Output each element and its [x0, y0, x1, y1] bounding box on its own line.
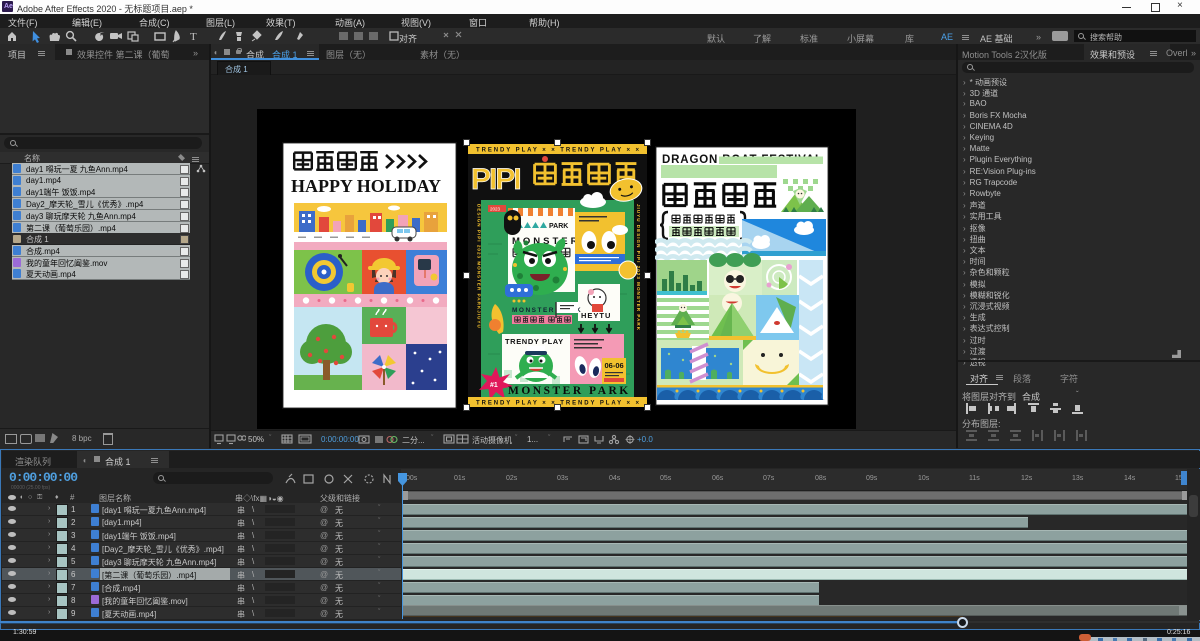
svg-text:MONSTER PARK: MONSTER PARK — [508, 385, 631, 397]
svg-text:TRENDY PLAY × × TRENDY PLAY ×: TRENDY PLAY × × TRENDY PLAY × × — [476, 148, 639, 154]
svg-text:DESIGN PIPI 2023 MONSTER PARKJ: DESIGN PIPI 2023 MONSTER PARKJIUYU — [477, 204, 482, 329]
svg-text:PARK: PARK — [549, 223, 568, 230]
svg-text:TRENDY PLAY: TRENDY PLAY — [505, 337, 564, 346]
svg-text:HAPPY HOLIDAY: HAPPY HOLIDAY — [291, 176, 441, 196]
svg-text:#1: #1 — [490, 382, 498, 389]
svg-text:06-06: 06-06 — [605, 361, 624, 370]
svg-text:HEYTU: HEYTU — [581, 311, 611, 320]
svg-text:PIPI: PIPI — [471, 163, 520, 196]
svg-text:T: T — [190, 31, 197, 43]
svg-text:2023: 2023 — [490, 207, 501, 212]
